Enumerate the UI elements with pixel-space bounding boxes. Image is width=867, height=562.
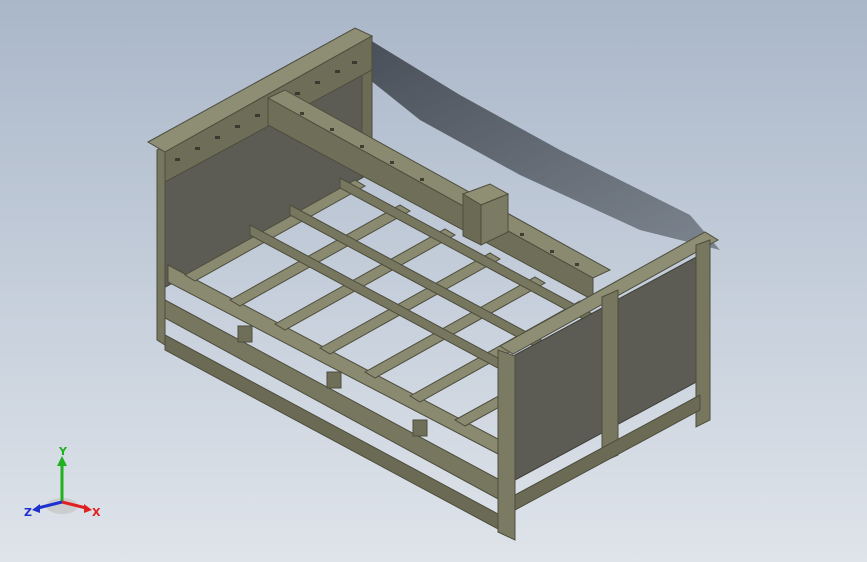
x-axis-arrow — [84, 504, 92, 513]
right-post-front — [497, 349, 516, 541]
x-axis-label: X — [92, 506, 101, 519]
cnc-frame-model[interactable] — [0, 0, 867, 562]
z-axis-arrow — [32, 504, 40, 513]
z-axis-label: Z — [24, 506, 32, 519]
graphics-viewport[interactable]: Y X Z — [0, 0, 867, 562]
axis-triad: Y X Z — [24, 446, 101, 519]
right-post-mid — [601, 289, 619, 463]
floor-shadow — [370, 40, 720, 250]
y-axis-label: Y — [58, 446, 68, 458]
left-end-post — [156, 145, 166, 346]
